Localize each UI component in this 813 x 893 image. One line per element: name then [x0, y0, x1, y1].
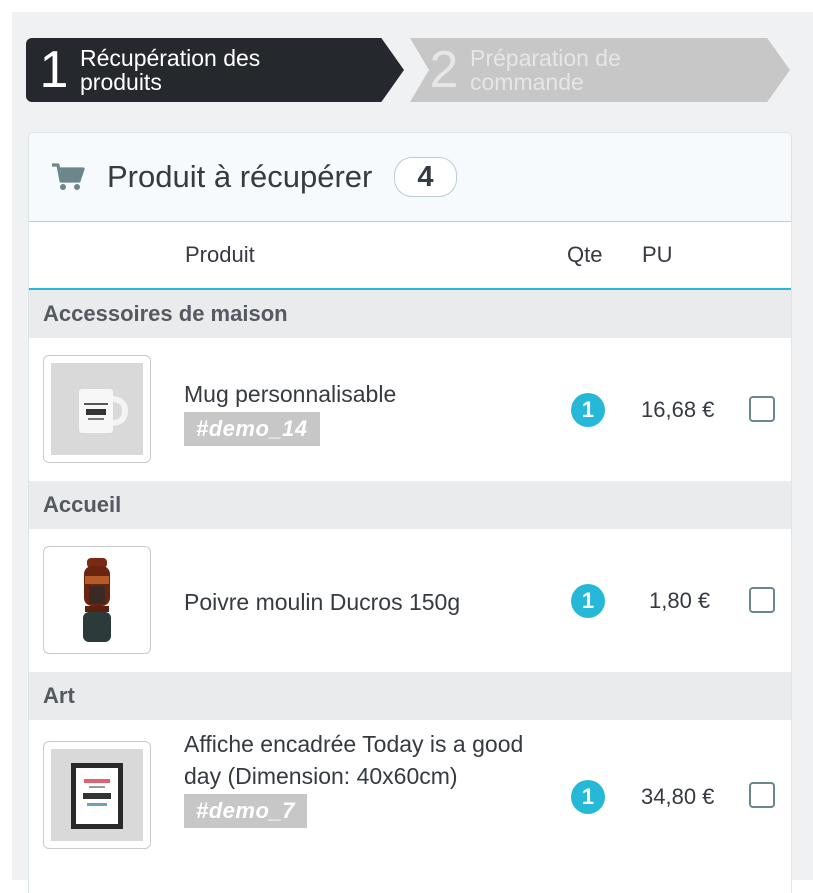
product-name-text: Poivre moulin Ducros 150g [184, 589, 461, 615]
step-1[interactable]: 1 Récupération des produits [26, 38, 404, 102]
cart-icon [52, 163, 85, 190]
step-2[interactable]: 2 Préparation de commande [410, 38, 790, 102]
step-2-number: 2 [429, 41, 459, 99]
table-header: Produit Qte PU [29, 222, 791, 290]
column-header-qty: Qte [567, 242, 603, 267]
product-count-badge: 4 [394, 157, 457, 197]
quantity-badge: 1 [571, 393, 605, 427]
product-name: Poivre moulin Ducros 150g [184, 586, 524, 618]
table-row: Affiche encadrée Today is a good day (Di… [29, 720, 791, 880]
products-panel: Produit à récupérer 4 Produit Qte PU Acc… [28, 132, 792, 893]
table-row: Poivre moulin Ducros 150g 1 1,80 € [29, 529, 791, 672]
pepper-mill-image [43, 546, 151, 654]
product-name-text: Affiche encadrée Today is a good day (Di… [184, 731, 524, 789]
panel-title: Produit à récupérer [107, 159, 373, 194]
step-1-number: 1 [39, 41, 69, 99]
framed-poster-image [43, 741, 151, 849]
product-reference-tag: #demo_14 [184, 412, 320, 446]
category-row: Accueil [29, 481, 791, 529]
unit-price: 16,68 € [641, 397, 715, 422]
step-2-label: Préparation de commande [470, 45, 621, 95]
unit-price: 1,80 € [649, 588, 711, 613]
quantity-badge: 1 [571, 584, 605, 618]
quantity-badge: 1 [571, 780, 605, 814]
category-row: Art [29, 672, 791, 720]
item-checkbox[interactable] [749, 396, 775, 422]
item-checkbox[interactable] [749, 587, 775, 613]
product-reference-tag: #demo_7 [184, 794, 307, 828]
product-name: Mug personnalisable #demo_14 [184, 378, 524, 446]
column-header-product: Produit [185, 242, 255, 267]
panel-header: Produit à récupérer 4 [29, 133, 791, 222]
mug-image [43, 355, 151, 463]
page-background: 1 Récupération des produits 2 Préparatio… [12, 12, 813, 893]
product-name-text: Mug personnalisable [184, 381, 397, 407]
table-row: Mug personnalisable #demo_14 1 16,68 € [29, 338, 791, 481]
unit-price: 34,80 € [641, 784, 715, 809]
column-header-price: PU [642, 242, 673, 267]
step-1-label: Récupération des produits [80, 45, 261, 95]
product-name: Affiche encadrée Today is a good day (Di… [184, 728, 524, 828]
category-row: Accessoires de maison [29, 290, 791, 338]
item-checkbox[interactable] [749, 782, 775, 808]
